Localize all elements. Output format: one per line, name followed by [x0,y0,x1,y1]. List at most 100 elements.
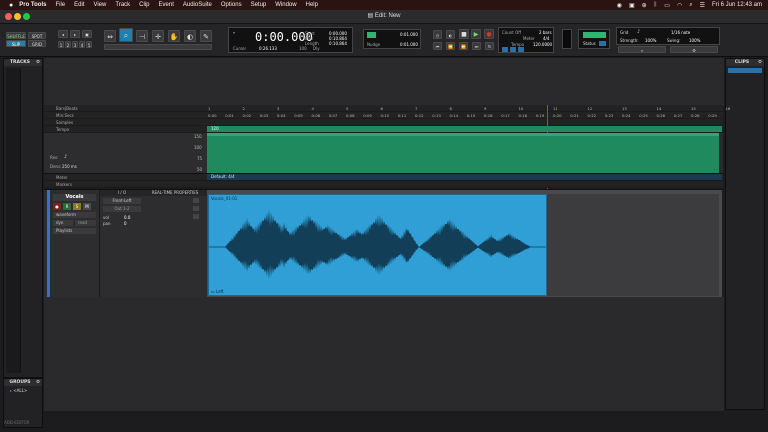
magnifier-tool-icon[interactable]: ⌕ [119,28,133,42]
stop-button[interactable]: ■ [459,29,469,39]
online-icon[interactable]: ◐ [446,30,455,39]
grid-lock-icon[interactable]: ◷ [433,30,442,39]
tempo-lane[interactable]: 120 [207,126,722,132]
group-all-item[interactable]: ▸ <ALL> [10,388,27,393]
zoom-preset-2[interactable]: 2 [65,41,71,48]
pan-value[interactable]: 0 [124,221,127,226]
shuffle-mode-button[interactable]: SHUFFLE [6,32,26,39]
count-off-label[interactable]: Count Off [502,30,521,35]
scrubber-tool-icon[interactable]: ◐ [184,30,196,42]
automation-read[interactable]: read [75,220,96,226]
loop-icon[interactable]: ↻ [485,42,494,50]
mute-button[interactable]: M [83,203,91,210]
menu-window[interactable]: Window [275,2,296,8]
markers-ruler[interactable]: Markers [44,181,723,188]
metronome-icon[interactable] [502,47,508,52]
wifi-icon[interactable]: ◠ [677,2,682,9]
menu-clip[interactable]: Clip [139,2,149,8]
input-monitor-button[interactable]: R [63,203,71,210]
return-to-zero-icon[interactable]: ⏮ [433,42,442,50]
control-center-icon[interactable]: ☰ [700,2,705,9]
status-icon-a[interactable]: ◉ [617,2,622,9]
app-menu[interactable]: Pro Tools [19,2,46,8]
clip-list-item[interactable] [728,68,762,73]
tracks-options-icon[interactable]: ⚙ [36,59,40,66]
clips-options-icon[interactable]: ⚙ [758,59,762,66]
menu-track[interactable]: Track [115,2,130,8]
nudge-value[interactable]: 0:01.000 [400,42,418,47]
rtp-toggle-c[interactable] [193,214,199,219]
samples-ruler[interactable]: Samples [44,119,723,126]
grid-mode-button[interactable]: GRID [28,40,46,47]
grid-display-value[interactable]: 0:01.000 [400,32,418,37]
apple-menu-icon[interactable]: ● [9,2,13,9]
tempo-graph[interactable] [207,133,719,173]
clip-name[interactable]: Vocals_01-01 [211,196,237,201]
menu-options[interactable]: Options [221,2,242,8]
counter-arrow-icon[interactable]: ▾ [233,30,235,35]
settings-button[interactable]: ⚙ [670,46,718,53]
zoom-preset-4[interactable]: 4 [79,41,85,48]
tool-options-strip[interactable] [104,44,212,50]
default-meter-label[interactable]: Default: 4/4 [211,174,235,179]
meter-lane[interactable]: Default: 4/4 [207,174,722,180]
trim-tool-icon[interactable]: ⊣ [136,30,148,42]
groups-options-icon[interactable]: ⚙ [36,379,40,386]
zoom-preset-1[interactable]: 1 [58,41,64,48]
automation-mode[interactable]: dyn [53,220,73,226]
menu-edit[interactable]: Edit [74,2,84,8]
strength-value[interactable]: 100% [645,38,656,43]
empty-lane-after-clip[interactable] [547,194,719,296]
rtp-toggle-a[interactable] [193,198,199,203]
status-indicator[interactable] [599,41,606,46]
clock[interactable]: Fri 6 Jun 12:43 am [712,2,762,8]
selector-tool-icon[interactable]: ✛ [152,30,164,42]
rtp-toggle-b[interactable] [193,206,199,211]
slip-mode-button[interactable]: SLIP [6,40,26,47]
menu-file[interactable]: File [55,2,65,8]
pencil-tool-icon[interactable]: ✎ [200,30,212,42]
bars-value[interactable]: 2 bars [539,30,552,35]
status-icon-c[interactable]: ⊕ [642,2,647,9]
zoom-out-icon[interactable]: ◂ [58,30,68,38]
go-to-end-icon[interactable]: ⏭ [472,42,481,50]
solo-button[interactable]: S [73,203,81,210]
horizontal-scrollbar[interactable] [44,411,724,417]
play-button[interactable]: ▶ [471,29,481,39]
zoom-toggle-icon[interactable]: ▣ [82,30,92,38]
midi-merge-icon[interactable] [518,47,524,52]
conductor-icon[interactable] [510,47,516,52]
record-button[interactable]: ● [484,29,494,39]
volume-value[interactable]: 0.0 [124,215,130,220]
dens-value[interactable]: 250 ms [62,164,77,169]
battery-icon[interactable]: ▭ [664,2,670,9]
tempo-value[interactable]: 120.0000 [533,42,552,47]
dsp-indicator[interactable] [583,32,606,38]
track-view-selector[interactable]: waveform [53,212,96,218]
rewind-icon[interactable]: ⏪ [446,42,455,50]
output-selector[interactable]: Out 1-2 [103,206,141,212]
grid-value[interactable]: 1/16 note [671,30,690,35]
zoom-preset-3[interactable]: 3 [72,41,78,48]
record-arm-button[interactable]: ● [53,203,61,210]
playlists-selector[interactable]: Playlists [53,228,96,234]
track-name[interactable]: Vocals [53,194,96,201]
menu-audiosuite[interactable]: AudioSuite [183,2,212,8]
length-value[interactable]: 0:10.864 [329,41,347,46]
zoom-preset-5[interactable]: 5 [86,41,92,48]
menu-view[interactable]: View [93,2,106,8]
tempo-marker-value[interactable]: 120 [211,126,219,131]
meter-value[interactable]: 4/4 [543,36,549,41]
menu-help[interactable]: Help [306,2,318,8]
search-icon[interactable]: ⌕ [689,2,692,9]
status-icon-b[interactable]: ▣ [629,2,635,9]
spot-mode-button[interactable]: SPOT [28,32,46,39]
grid-value-indicator[interactable] [367,32,376,38]
input-selector[interactable]: Front-Left [103,198,141,204]
search-button[interactable]: ⌕ [618,46,666,53]
swing-value[interactable]: 100% [689,38,700,43]
bluetooth-icon[interactable]: ᛒ [654,2,658,8]
menu-setup[interactable]: Setup [251,2,267,8]
zoomer-tool-icon[interactable]: ⇔ [104,30,116,42]
note-res-icon[interactable]: ♪ [64,154,67,160]
